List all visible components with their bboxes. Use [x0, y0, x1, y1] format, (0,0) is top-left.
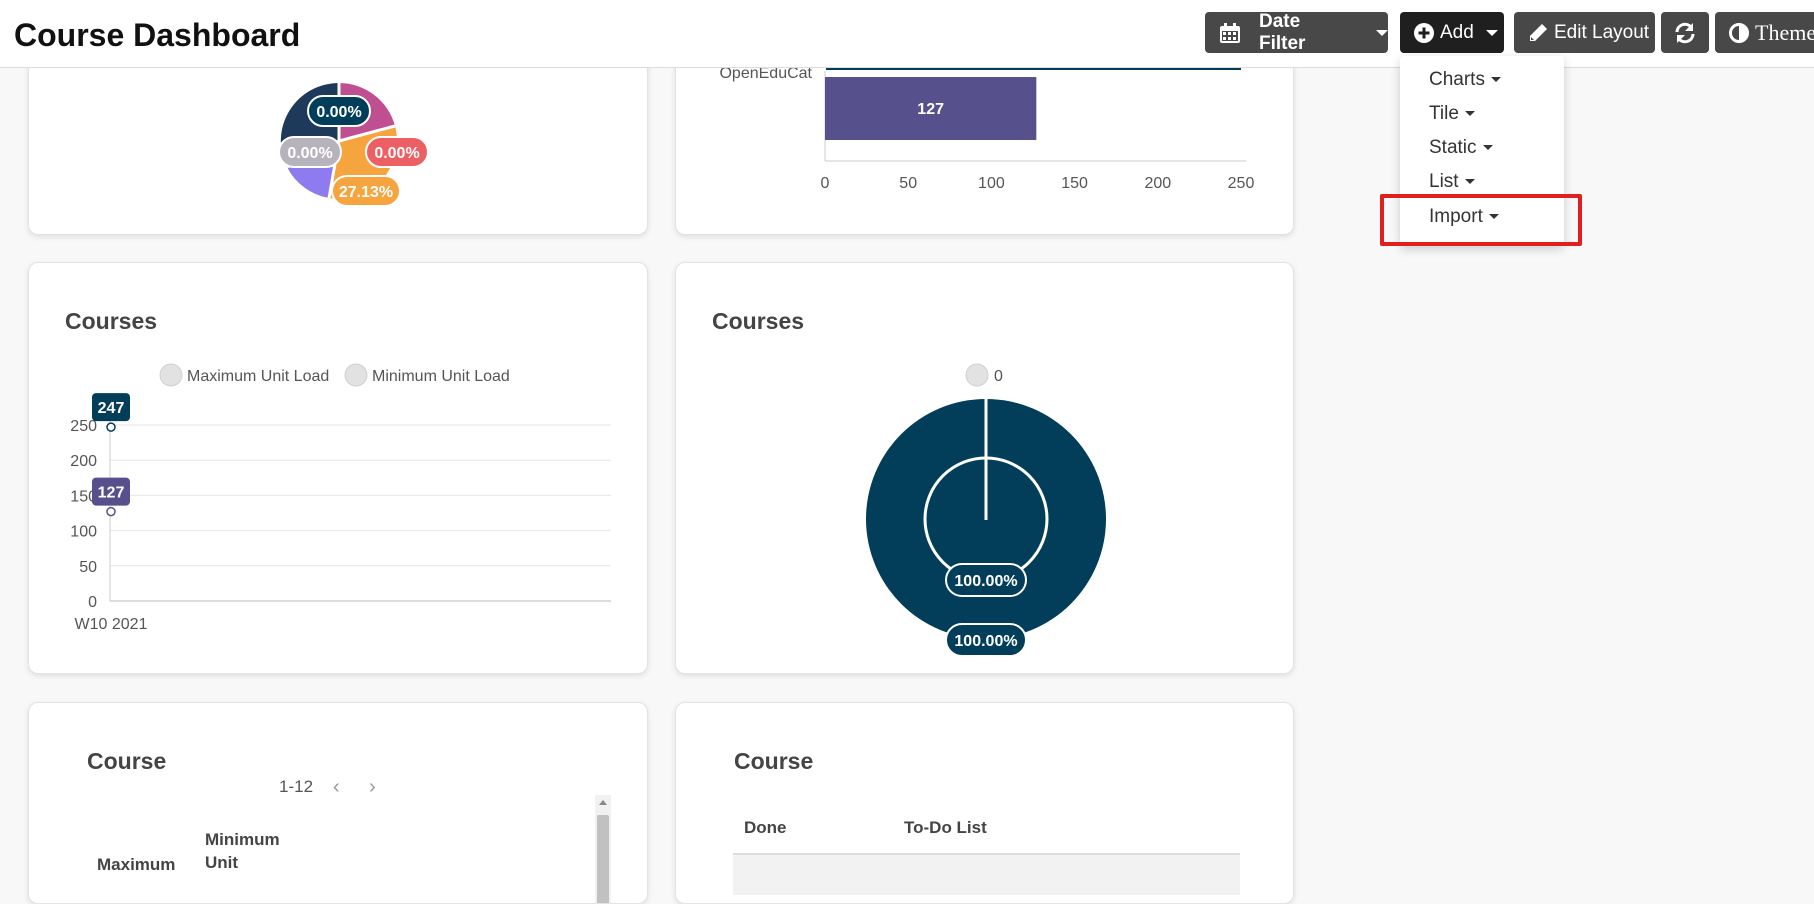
y-tick-label: 200: [70, 453, 97, 470]
page-title: Course Dashboard: [14, 17, 301, 53]
column-header-done: Done: [744, 818, 787, 837]
x-tick-label: 250: [1228, 175, 1255, 192]
chevron-down-icon: [1376, 29, 1388, 36]
legend-item[interactable]: Minimum Unit Load: [344, 363, 510, 387]
column-header: Maximum: [97, 855, 176, 874]
theme-label: Theme: [1755, 19, 1814, 45]
chevron-down-icon: [1482, 145, 1493, 151]
scrollbar[interactable]: [595, 795, 611, 903]
line-chart: Maximum Unit Load Minimum Unit Load 0 50 1…: [70, 363, 611, 633]
value-label: 127: [98, 485, 125, 502]
scroll-up-icon[interactable]: [599, 800, 607, 805]
chevron-down-icon: [1485, 29, 1498, 36]
date-filter-button[interactable]: Date Filter: [1205, 10, 1388, 54]
refresh-button[interactable]: [1661, 12, 1709, 53]
y-tick-label: 50: [79, 559, 97, 576]
pie-label: 27.13%: [331, 175, 401, 207]
date-filter-label: Date Filter: [1259, 10, 1306, 54]
line-card: Courses Maximum Unit Load Minimum Unit L…: [28, 262, 648, 674]
y-tick-label: 0: [88, 594, 97, 611]
card-title: Course: [734, 748, 814, 774]
refresh-icon: [1673, 21, 1697, 45]
svg-text:27.13%: 27.13%: [339, 184, 393, 201]
donut-chart: 0 100.00% 100.00%: [866, 363, 1106, 657]
calendar-icon: [1219, 22, 1241, 44]
svg-text:0.00%: 0.00%: [316, 104, 361, 121]
svg-text:Minimum Unit Load: Minimum Unit Load: [372, 368, 510, 385]
y-tick-label: 100: [70, 524, 97, 541]
value-label: 247: [98, 400, 125, 417]
pager-range: 1-12: [279, 777, 314, 796]
svg-text:Maximum Unit Load: Maximum Unit Load: [187, 368, 329, 385]
x-tick-label: 200: [1144, 175, 1171, 192]
legend-item[interactable]: Maximum Unit Load: [159, 363, 329, 387]
list-card: Course 1-12 ‹ › Minimum Unit Maximum: [28, 702, 648, 904]
scrollbar-thumb[interactable]: [597, 815, 609, 903]
svg-text:0: 0: [994, 368, 1003, 385]
data-point[interactable]: [106, 422, 116, 432]
add-button[interactable]: Add: [1400, 12, 1504, 53]
menu-item-tile[interactable]: Tile: [1429, 103, 1475, 125]
menu-item-static[interactable]: Static: [1429, 137, 1493, 159]
column-header: Unit: [205, 853, 239, 872]
column-header-todo: To-Do List: [904, 818, 987, 837]
theme-button[interactable]: Theme: [1715, 12, 1814, 53]
pencil-icon: [1528, 23, 1548, 43]
x-tick-label: 150: [1061, 175, 1088, 192]
chevron-down-icon: [1464, 179, 1475, 185]
pie-label: 0.00%: [278, 136, 342, 168]
half-circle-icon: [1729, 22, 1749, 43]
chevron-down-icon: [1464, 111, 1475, 117]
pie-label: 0.00%: [307, 95, 371, 127]
legend-item[interactable]: 0: [965, 363, 1003, 387]
svg-text:0.00%: 0.00%: [287, 145, 332, 162]
card-title: Course: [87, 748, 167, 774]
bar-value-label: 127: [917, 101, 944, 118]
todo-card: Course Done To-Do List: [675, 702, 1294, 904]
pie-label: 0.00%: [365, 136, 429, 168]
x-tick-label: 100: [978, 175, 1005, 192]
edit-layout-label: Edit Layout: [1554, 21, 1650, 43]
chevron-left-icon[interactable]: ‹: [333, 776, 340, 799]
column-header: Minimum: [205, 830, 280, 849]
y-tick-label: 250: [70, 418, 97, 435]
donut-card: Courses 0 100.00% 100.00%: [675, 262, 1294, 674]
x-tick-label: 50: [899, 175, 917, 192]
table-row: [733, 855, 1240, 895]
chevron-right-icon[interactable]: ›: [369, 776, 376, 799]
chevron-down-icon: [1490, 77, 1501, 83]
plus-circle-icon: [1414, 22, 1434, 43]
svg-text:100.00%: 100.00%: [954, 633, 1017, 650]
import-highlight-box: [1380, 194, 1582, 246]
svg-text:100.00%: 100.00%: [954, 573, 1017, 590]
x-tick-label: 0: [821, 175, 830, 192]
data-point[interactable]: [106, 506, 116, 517]
edit-layout-button[interactable]: Edit Layout: [1514, 12, 1655, 53]
svg-text:0.00%: 0.00%: [374, 145, 419, 162]
donut-label: 100.00%: [945, 563, 1027, 597]
menu-item-charts[interactable]: Charts: [1429, 69, 1501, 91]
x-tick-label: W10 2021: [75, 616, 148, 633]
menu-item-list[interactable]: List: [1429, 171, 1475, 193]
donut-label: 100.00%: [945, 623, 1027, 657]
add-label: Add: [1440, 21, 1474, 43]
